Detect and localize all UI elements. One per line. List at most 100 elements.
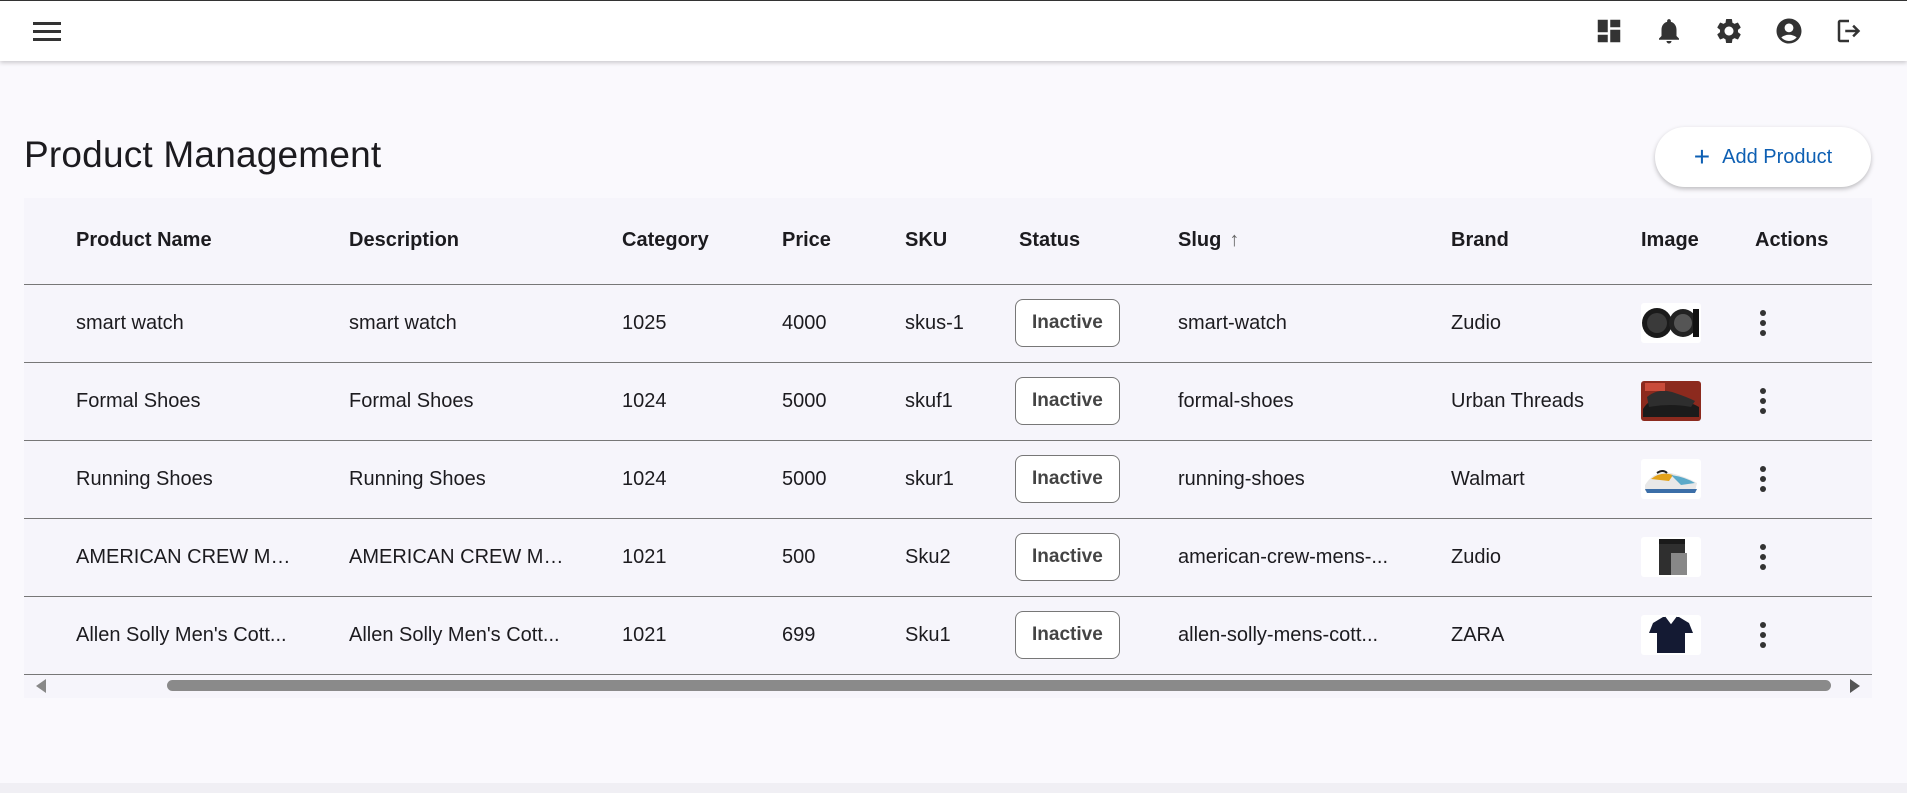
cell-category: 1025 xyxy=(570,284,730,363)
cell-actions xyxy=(1723,362,1872,441)
status-badge[interactable]: Inactive xyxy=(1015,299,1120,347)
plus-icon: + xyxy=(1693,141,1711,172)
table-row[interactable]: smart watch smart watch 1025 4000 skus-1… xyxy=(24,284,1872,363)
gear-icon[interactable] xyxy=(1707,11,1751,51)
cell-image xyxy=(1589,518,1723,597)
cell-description: Allen Solly Men's Cott... xyxy=(297,596,570,675)
cell-slug: smart-watch xyxy=(1126,284,1399,363)
logout-icon[interactable] xyxy=(1827,11,1871,51)
header-actions xyxy=(1587,11,1871,51)
cell-actions xyxy=(1723,596,1872,675)
cell-category: 1021 xyxy=(570,518,730,597)
dashboard-icon[interactable] xyxy=(1587,11,1631,51)
top-app-bar xyxy=(0,0,1907,61)
cell-description: Running Shoes xyxy=(297,440,570,519)
cell-description: AMERICAN CREW Me... xyxy=(297,518,570,597)
cell-brand: Zudio xyxy=(1399,518,1589,597)
cell-image xyxy=(1589,440,1723,519)
cell-brand: ZARA xyxy=(1399,596,1589,675)
column-header-sku[interactable]: SKU xyxy=(853,198,967,285)
cell-image xyxy=(1589,362,1723,441)
cell-sku: skur1 xyxy=(853,440,967,519)
cell-category: 1021 xyxy=(570,596,730,675)
column-header-product-name[interactable]: Product Name xyxy=(24,198,297,285)
table-row[interactable]: Allen Solly Men's Cott... Allen Solly Me… xyxy=(24,596,1872,675)
table-header-row: Product Name Description Category Price … xyxy=(24,198,1872,285)
more-vert-icon[interactable] xyxy=(1753,544,1773,570)
cell-sku: Sku2 xyxy=(853,518,967,597)
cell-image xyxy=(1589,284,1723,363)
cell-product-name: Formal Shoes xyxy=(24,362,297,441)
account-circle-icon[interactable] xyxy=(1767,11,1811,51)
scroll-left-arrow-icon[interactable] xyxy=(36,679,46,693)
column-header-actions: Actions xyxy=(1723,198,1872,285)
cell-actions xyxy=(1723,284,1872,363)
status-badge[interactable]: Inactive xyxy=(1015,455,1120,503)
cell-sku: Sku1 xyxy=(853,596,967,675)
products-table: Product Name Description Category Price … xyxy=(24,198,1872,675)
bell-icon[interactable] xyxy=(1647,11,1691,51)
cell-price: 500 xyxy=(730,518,853,597)
more-vert-icon[interactable] xyxy=(1753,466,1773,492)
cell-product-name: smart watch xyxy=(24,284,297,363)
cell-product-name: AMERICAN CREW Me... xyxy=(24,518,297,597)
slug-header-label: Slug xyxy=(1178,229,1222,252)
running-shoes-thumbnail xyxy=(1641,459,1701,499)
cell-status: Inactive xyxy=(967,284,1126,363)
more-vert-icon[interactable] xyxy=(1753,388,1773,414)
sort-ascending-icon[interactable]: ↑ xyxy=(1229,229,1239,252)
cell-actions xyxy=(1723,518,1872,597)
cell-slug: american-crew-mens-... xyxy=(1126,518,1399,597)
cell-price: 5000 xyxy=(730,362,853,441)
column-header-brand[interactable]: Brand xyxy=(1399,198,1589,285)
more-vert-icon[interactable] xyxy=(1753,622,1773,648)
hamburger-menu-icon[interactable] xyxy=(28,15,68,49)
more-vert-icon[interactable] xyxy=(1753,310,1773,336)
table-row[interactable]: AMERICAN CREW Me... AMERICAN CREW Me... … xyxy=(24,518,1872,597)
column-header-price[interactable]: Price xyxy=(730,198,853,285)
horizontal-scrollbar[interactable] xyxy=(24,676,1872,694)
status-badge[interactable]: Inactive xyxy=(1015,611,1120,659)
cell-price: 4000 xyxy=(730,284,853,363)
cell-sku: skuf1 xyxy=(853,362,967,441)
column-header-description[interactable]: Description xyxy=(297,198,570,285)
scrollbar-thumb[interactable] xyxy=(167,680,1831,691)
cell-description: Formal Shoes xyxy=(297,362,570,441)
column-header-image: Image xyxy=(1589,198,1723,285)
scroll-right-arrow-icon[interactable] xyxy=(1850,679,1860,693)
products-table-container: Product Name Description Category Price … xyxy=(24,198,1872,698)
cell-category: 1024 xyxy=(570,362,730,441)
cell-slug: formal-shoes xyxy=(1126,362,1399,441)
cell-price: 699 xyxy=(730,596,853,675)
cell-product-name: Running Shoes xyxy=(24,440,297,519)
column-header-slug[interactable]: Slug ↑ xyxy=(1126,198,1399,285)
cell-image xyxy=(1589,596,1723,675)
footer-band xyxy=(0,783,1907,793)
watch-thumbnail xyxy=(1641,303,1701,343)
cell-sku: skus-1 xyxy=(853,284,967,363)
cell-slug: running-shoes xyxy=(1126,440,1399,519)
status-badge[interactable]: Inactive xyxy=(1015,377,1120,425)
add-product-label: Add Product xyxy=(1722,145,1833,168)
add-product-button[interactable]: + Add Product xyxy=(1655,127,1871,187)
shorts-thumbnail xyxy=(1641,537,1701,577)
cell-status: Inactive xyxy=(967,362,1126,441)
cell-description: smart watch xyxy=(297,284,570,363)
cell-status: Inactive xyxy=(967,440,1126,519)
table-row[interactable]: Running Shoes Running Shoes 1024 5000 sk… xyxy=(24,440,1872,519)
cell-category: 1024 xyxy=(570,440,730,519)
column-header-category[interactable]: Category xyxy=(570,198,730,285)
cell-actions xyxy=(1723,440,1872,519)
page-title: Product Management xyxy=(24,134,382,175)
polo-shirt-thumbnail xyxy=(1641,615,1701,655)
cell-status: Inactive xyxy=(967,596,1126,675)
cell-status: Inactive xyxy=(967,518,1126,597)
formal-shoes-thumbnail xyxy=(1641,381,1701,421)
cell-brand: Urban Threads xyxy=(1399,362,1589,441)
cell-brand: Walmart xyxy=(1399,440,1589,519)
status-badge[interactable]: Inactive xyxy=(1015,533,1120,581)
table-row[interactable]: Formal Shoes Formal Shoes 1024 5000 skuf… xyxy=(24,362,1872,441)
cell-brand: Zudio xyxy=(1399,284,1589,363)
column-header-status[interactable]: Status xyxy=(967,198,1126,285)
cell-price: 5000 xyxy=(730,440,853,519)
